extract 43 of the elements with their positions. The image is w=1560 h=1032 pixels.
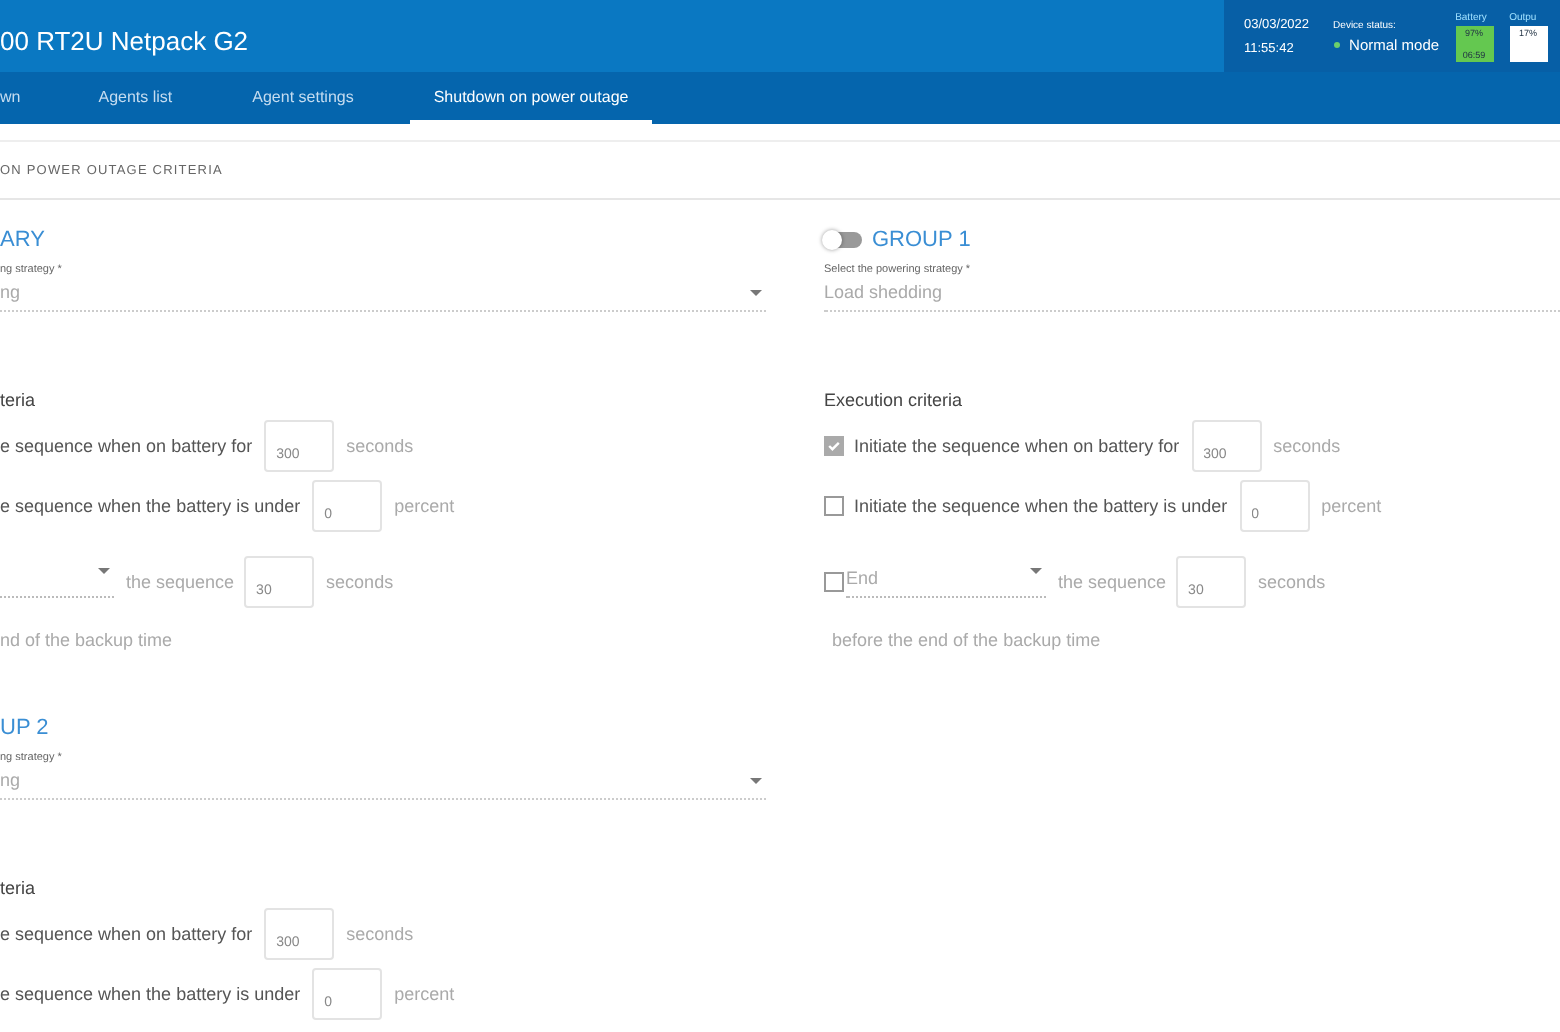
unit-text: percent: [394, 496, 455, 516]
strategy-dropdown[interactable]: ng: [0, 764, 766, 800]
timing-dropdown[interactable]: End: [846, 567, 1046, 597]
checkbox[interactable]: [824, 572, 844, 592]
row-text: Initiate the sequence when the battery is under: [854, 496, 1228, 516]
unit-text: percent: [394, 984, 455, 1004]
tab[interactable]: Agents list: [98, 72, 211, 124]
checkbox[interactable]: [824, 436, 844, 456]
group-title: ARY: [0, 228, 45, 252]
unit-text: seconds: [326, 572, 394, 592]
row-text: the sequence: [126, 572, 235, 592]
row-text: e sequence when the battery is under: [0, 496, 301, 516]
strategy-dropdown[interactable]: ng: [0, 276, 766, 312]
toggle-switch[interactable]: [824, 232, 862, 248]
note-text: nd of the backup time: [0, 630, 175, 650]
tab[interactable]: Agent settings: [252, 72, 392, 124]
criteria-title: teria: [0, 390, 38, 410]
unit-text: percent: [1321, 496, 1382, 516]
row-text: Initiate the sequence when on battery for: [854, 436, 1180, 456]
tab[interactable]: Shutdown on power outage: [409, 72, 653, 124]
row-text: e sequence when on battery for: [0, 436, 253, 456]
criteria-title: teria: [0, 878, 38, 898]
note-text: before the end of the backup time: [830, 630, 1103, 650]
caret-icon: [1030, 567, 1042, 573]
device-title: 00 RT2U Netpack G2: [0, 23, 249, 55]
tab[interactable]: wn: [0, 72, 59, 124]
timing-dropdown[interactable]: [0, 567, 114, 597]
unit-text: seconds: [346, 436, 414, 456]
row-text: e sequence when the battery is under: [0, 984, 301, 1004]
strategy-dropdown[interactable]: Load shedding: [824, 276, 1560, 312]
checkbox[interactable]: [824, 496, 844, 516]
status-dot-icon: [1333, 41, 1340, 47]
unit-text: seconds: [1273, 436, 1341, 456]
row-text: e sequence when on battery for: [0, 924, 253, 944]
group-title: UP 2: [0, 716, 49, 740]
criteria-title: Execution criteria: [824, 390, 965, 410]
unit-text: seconds: [1258, 572, 1326, 592]
row-text: the sequence: [1058, 572, 1167, 592]
caret-icon: [98, 567, 110, 573]
unit-text: seconds: [346, 924, 414, 944]
caret-icon: [750, 289, 762, 295]
caret-icon: [750, 777, 762, 783]
group-title: GROUP 1: [872, 228, 971, 252]
